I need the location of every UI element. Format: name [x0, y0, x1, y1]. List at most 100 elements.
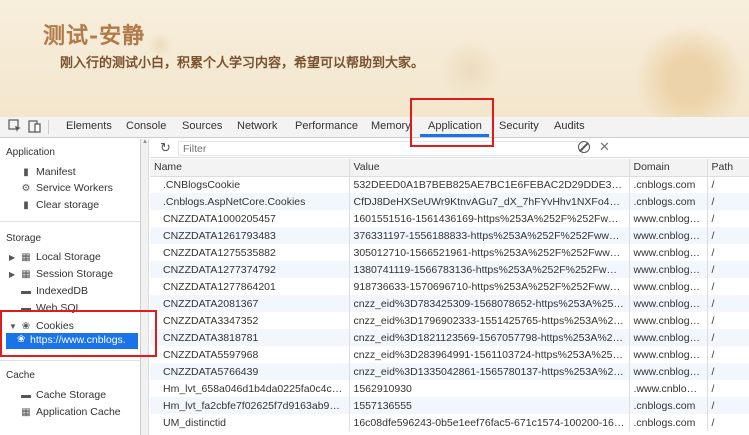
cookie-value-cell: 1562910930 — [349, 380, 630, 397]
grid-icon: ▦ — [21, 268, 31, 280]
tab-console[interactable]: Console — [126, 120, 166, 132]
cookie-domain-cell: .cnblogs.com — [629, 193, 708, 210]
table-row[interactable]: CNZZDATA5597968 cnzz_eid%3D283964991-1561… — [150, 346, 749, 363]
cookie-path-cell: / — [707, 346, 749, 363]
table-row[interactable]: .CNBlogsCookie 532DEED0A1B7BEB825AE7BC1E6… — [150, 176, 749, 193]
table-row[interactable]: CNZZDATA1261793483 376331197-1556188833-h… — [150, 227, 749, 244]
column-header-name[interactable]: Name — [150, 159, 350, 177]
sidebar-item-manifest[interactable]: ▮ Manifest — [20, 165, 76, 179]
tab-elements[interactable]: Elements — [66, 120, 112, 132]
cookie-name-cell: CNZZDATA1261793483 — [150, 227, 350, 244]
collapse-arrow-icon[interactable]: ▼ — [9, 322, 17, 331]
cookie-path-cell: / — [707, 312, 749, 329]
cookie-name-cell: CNZZDATA3347352 — [150, 312, 350, 329]
cookie-name-cell: CNZZDATA5766439 — [150, 363, 350, 380]
application-sidebar: Application ▮ Manifest ⚙ Service Workers… — [0, 139, 141, 435]
column-header-value[interactable]: Value — [349, 159, 630, 177]
grid-icon: ▦ — [21, 251, 31, 263]
filter-input[interactable] — [178, 141, 583, 156]
document-icon: ▮ — [23, 166, 29, 178]
sidebar-item-session-storage[interactable]: ▦ Session Storage — [20, 267, 113, 281]
sidebar-item-label: Local Storage — [36, 251, 101, 263]
cookie-name-cell: Hm_lvt_658a046d1b4da0225fa0c4c2cf8... — [150, 380, 350, 397]
cookie-value-cell: cnzz_eid%3D1821123569-1567057798-https%2… — [349, 329, 630, 346]
sidebar-item-local-storage[interactable]: ▦ Local Storage — [20, 250, 101, 264]
cookie-name-cell: CNZZDATA3818781 — [150, 329, 350, 346]
sidebar-item-cache-storage[interactable]: ▬ Cache Storage — [20, 388, 106, 402]
toolbar-separator — [48, 120, 49, 134]
cookie-path-cell: / — [707, 278, 749, 295]
table-row[interactable]: Hm_lvt_658a046d1b4da0225fa0c4c2cf8... 156… — [150, 380, 749, 397]
column-header-domain[interactable]: Domain — [629, 159, 708, 177]
cookie-name-cell: CNZZDATA1000205457 — [150, 210, 350, 227]
sidebar-scrollbar[interactable]: ▲ — [141, 139, 149, 435]
tab-sources[interactable]: Sources — [182, 120, 222, 132]
table-row[interactable]: CNZZDATA1277864201 918736633-1570696710-h… — [150, 278, 749, 295]
table-row[interactable]: .Cnblogs.AspNetCore.Cookies CfDJ8DeHXSeUW… — [150, 193, 749, 210]
sidebar-item-label: Manifest — [36, 166, 76, 178]
tab-audits[interactable]: Audits — [554, 120, 585, 132]
sidebar-item-service-workers[interactable]: ⚙ Service Workers — [20, 181, 113, 195]
cookie-icon: ❀ — [21, 320, 31, 332]
cookie-domain-cell: .cnblogs.com — [629, 397, 708, 414]
column-header-path[interactable]: Path — [707, 159, 749, 177]
cookie-domain-cell: www.cnblogs.... — [629, 261, 708, 278]
cookies-table: Name Value Domain Path .CNBlogsCookie 532… — [150, 159, 749, 431]
sidebar-item-clear-storage[interactable]: ▮ Clear storage — [20, 198, 99, 212]
cookie-name-cell: CNZZDATA5597968 — [150, 346, 350, 363]
expand-arrow-icon[interactable]: ▶ — [9, 270, 15, 279]
cookie-path-cell: / — [707, 329, 749, 346]
tab-memory[interactable]: Memory — [371, 120, 411, 132]
cookie-name-cell: CNZZDATA1277374792 — [150, 261, 350, 278]
table-row[interactable]: CNZZDATA1275535882 305012710-1566521961-h… — [150, 244, 749, 261]
cookie-path-cell: / — [707, 397, 749, 414]
tab-application[interactable]: Application — [428, 120, 482, 132]
sidebar-item-label: Web SQL — [36, 302, 82, 314]
table-row[interactable]: UM_distinctid 16c08dfe596243-0b5e1eef76fa… — [150, 414, 749, 431]
devtools-tabbar: Elements Console Sources Network Perform… — [0, 117, 749, 138]
cookie-path-cell: / — [707, 380, 749, 397]
sidebar-item-label: Service Workers — [36, 182, 113, 194]
tab-performance[interactable]: Performance — [295, 120, 358, 132]
active-tab-indicator — [420, 134, 489, 137]
refresh-icon[interactable]: ↻ — [160, 140, 171, 156]
sidebar-item-cookies[interactable]: ❀ Cookies — [20, 319, 74, 333]
table-row[interactable]: CNZZDATA3818781 cnzz_eid%3D1821123569-156… — [150, 329, 749, 346]
sidebar-item-application-cache[interactable]: ▦ Application Cache — [20, 405, 120, 419]
table-row[interactable]: Hm_lvt_fa2cbfe7f02625f7d9163ab9002... 155… — [150, 397, 749, 414]
cookie-icon: ❀ — [17, 334, 26, 345]
table-row[interactable]: CNZZDATA1277374792 1380741119-1566783136-… — [150, 261, 749, 278]
cookie-value-cell: cnzz_eid%3D783425309-1568078652-https%25… — [349, 295, 630, 312]
cookie-value-cell: cnzz_eid%3D1796902333-1551425765-https%2… — [349, 312, 630, 329]
cookies-toolbar: ↻ ✕ — [150, 139, 749, 158]
clear-all-icon[interactable] — [578, 141, 590, 153]
table-row[interactable]: CNZZDATA2081367 cnzz_eid%3D783425309-1568… — [150, 295, 749, 312]
sidebar-item-web-sql[interactable]: ▬ Web SQL — [20, 301, 81, 315]
device-toggle-icon[interactable] — [28, 119, 42, 133]
sidebar-item-label: Cache Storage — [36, 389, 107, 401]
cookie-domain-cell: www.cnblogs.... — [629, 312, 708, 329]
inspect-element-icon[interactable] — [8, 119, 22, 133]
sidebar-heading-application: Application — [6, 147, 55, 158]
cookie-domain-cell: www.cnblogs.... — [629, 346, 708, 363]
table-row[interactable]: CNZZDATA1000205457 1601551516-1561436169-… — [150, 210, 749, 227]
cookie-value-cell: 305012710-1566521961-https%253A%252F%252… — [349, 244, 630, 261]
table-row[interactable]: CNZZDATA3347352 cnzz_eid%3D1796902333-155… — [150, 312, 749, 329]
tab-security[interactable]: Security — [499, 120, 539, 132]
cookie-name-cell: .Cnblogs.AspNetCore.Cookies — [150, 193, 350, 210]
trash-icon: ▮ — [23, 199, 29, 211]
cookies-panel: ↻ ✕ Name Value Domain Path .CNBlogsCooki… — [150, 139, 749, 435]
gear-icon: ⚙ — [21, 182, 31, 194]
cookie-name-cell: CNZZDATA1275535882 — [150, 244, 350, 261]
scroll-up-icon[interactable]: ▲ — [142, 139, 148, 145]
cookie-value-cell: CfDJ8DeHXSeUWr9KtnvAGu7_dX_7hFYvHhv1NXFo… — [349, 193, 630, 210]
cookie-value-cell: 918736633-1570696710-https%253A%252F%252… — [349, 278, 630, 295]
sidebar-heading-storage: Storage — [6, 233, 42, 244]
tab-network[interactable]: Network — [237, 120, 277, 132]
delete-selected-icon[interactable]: ✕ — [599, 139, 610, 155]
database-icon: ▬ — [21, 302, 31, 314]
table-row[interactable]: CNZZDATA5766439 cnzz_eid%3D1335042861-156… — [150, 363, 749, 380]
cookie-name-cell: CNZZDATA2081367 — [150, 295, 350, 312]
expand-arrow-icon[interactable]: ▶ — [9, 253, 15, 262]
sidebar-item-indexeddb[interactable]: ▬ IndexedDB — [20, 284, 88, 298]
